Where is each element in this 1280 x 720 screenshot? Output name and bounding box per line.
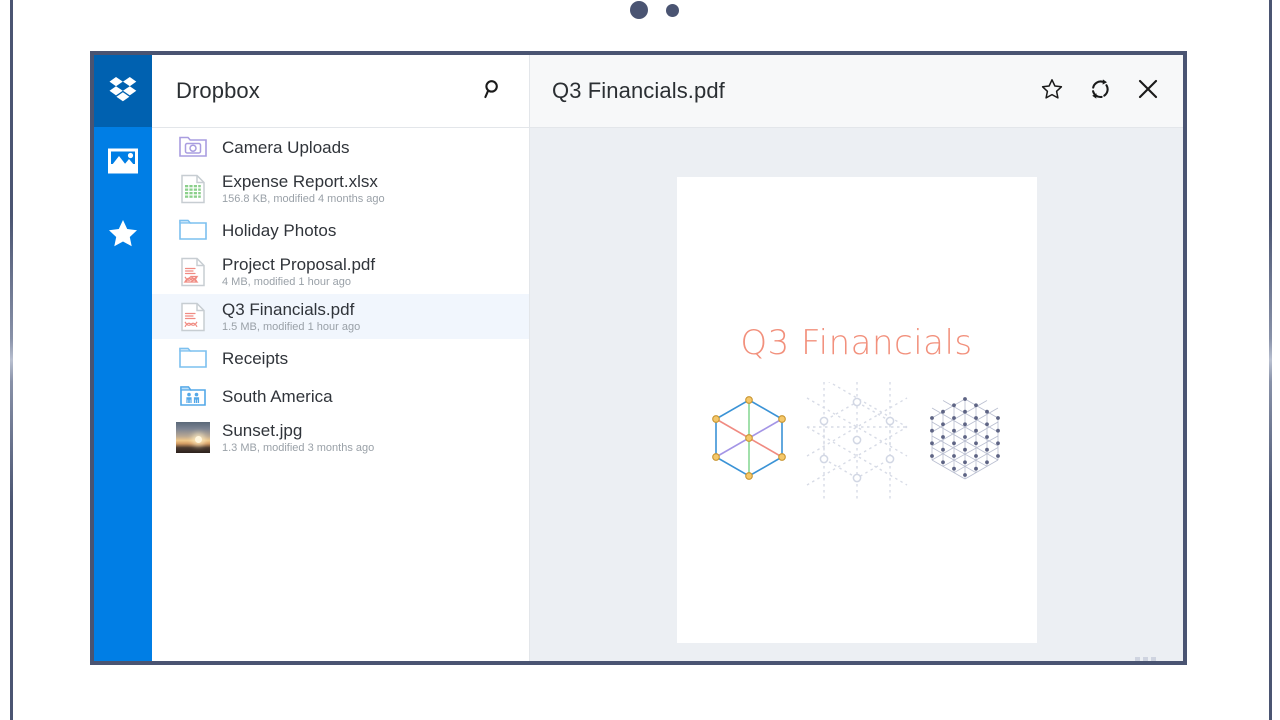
- file-meta: 1.5 MB, modified 1 hour ago: [222, 321, 361, 333]
- list-item[interactable]: Sunset.jpg 1.3 MB, modified 3 months ago: [152, 415, 529, 460]
- file-text: Q3 Financials.pdf 1.5 MB, modified 1 hou…: [222, 299, 360, 334]
- file-text: Camera Uploads: [222, 137, 350, 158]
- folder-icon: [176, 341, 210, 375]
- sync-icon: [1089, 78, 1111, 105]
- hexagon-graph-faded: [805, 368, 909, 505]
- file-text: Receipts: [222, 348, 288, 369]
- document-figures: [677, 368, 1037, 505]
- pagination-dot-2[interactable]: [666, 4, 679, 17]
- file-text: Holiday Photos: [222, 220, 336, 241]
- file-text: South America: [222, 386, 333, 407]
- file-list: Camera Uploads Expense Report.xlsx 156.8…: [152, 128, 529, 661]
- file-name: Camera Uploads: [222, 137, 350, 157]
- file-name: Receipts: [222, 348, 289, 368]
- file-list-header: Dropbox: [152, 55, 529, 128]
- shared-folder-icon: [176, 379, 210, 413]
- preview-header: Q3 Financials.pdf: [530, 55, 1183, 128]
- pdf-file-icon: [176, 300, 210, 334]
- star-outline-icon: [1041, 78, 1063, 105]
- preview-panel: Q3 Financials.pdf Q3 Financials: [530, 55, 1183, 661]
- file-meta: 4 MB, modified 1 hour ago: [222, 276, 352, 288]
- grip-dot: [1135, 657, 1140, 661]
- grip-dot: [1151, 657, 1156, 661]
- pagination-dots: [626, 0, 686, 26]
- file-text: Sunset.jpg 1.3 MB, modified 3 months ago: [222, 420, 374, 455]
- hexagon-lattice: [923, 394, 1007, 493]
- favorite-button[interactable]: [1039, 78, 1065, 104]
- list-item[interactable]: Project Proposal.pdf 4 MB, modified 1 ho…: [152, 249, 529, 294]
- app-window: Dropbox Camera Uploads Expense Report.xl…: [90, 51, 1187, 665]
- pagination-dot-1[interactable]: [630, 1, 648, 19]
- sync-button[interactable]: [1087, 78, 1113, 104]
- frame-rail-left: [10, 0, 13, 720]
- page-title: Dropbox: [176, 78, 260, 103]
- file-text: Project Proposal.pdf 4 MB, modified 1 ho…: [222, 254, 375, 289]
- screen: Dropbox Camera Uploads Expense Report.xl…: [0, 0, 1280, 720]
- dropbox-logo-icon: [109, 76, 137, 107]
- sidebar-item-favorites[interactable]: [94, 199, 152, 271]
- grip-dot: [1143, 657, 1148, 661]
- icon-sidebar: [94, 55, 152, 661]
- image-thumbnail: [176, 421, 210, 455]
- photos-icon: [108, 148, 138, 179]
- list-item[interactable]: Camera Uploads: [152, 128, 529, 166]
- sunset-thumbnail: [176, 422, 210, 453]
- file-name: Project Proposal.pdf: [222, 255, 376, 274]
- list-item[interactable]: Holiday Photos: [152, 211, 529, 249]
- list-item[interactable]: Receipts: [152, 339, 529, 377]
- file-name: Sunset.jpg: [222, 421, 303, 440]
- list-item[interactable]: Expense Report.xlsx 156.8 KB, modified 4…: [152, 166, 529, 211]
- close-icon: [1137, 78, 1159, 105]
- frame-rail-right: [1269, 0, 1272, 720]
- document-page: Q3 Financials: [676, 177, 1037, 643]
- file-meta: 1.3 MB, modified 3 months ago: [222, 442, 375, 454]
- document-heading: Q3 Financials: [740, 323, 973, 363]
- search-icon: [483, 79, 503, 104]
- file-name: Holiday Photos: [222, 220, 337, 240]
- preview-file-title: Q3 Financials.pdf: [552, 78, 725, 103]
- star-icon: [108, 219, 138, 252]
- list-item-selected[interactable]: Q3 Financials.pdf 1.5 MB, modified 1 hou…: [152, 294, 529, 339]
- file-name: Expense Report.xlsx: [222, 172, 378, 191]
- close-button[interactable]: [1135, 78, 1161, 104]
- preview-actions: [1039, 78, 1161, 104]
- hexagon-graph-colored: [707, 394, 791, 493]
- file-list-panel: Dropbox Camera Uploads Expense Report.xl…: [152, 55, 530, 661]
- list-item[interactable]: South America: [152, 377, 529, 415]
- preview-body: Q3 Financials: [530, 128, 1183, 661]
- sidebar-item-photos[interactable]: [94, 127, 152, 199]
- spreadsheet-file-icon: [176, 172, 210, 206]
- resize-grip[interactable]: [1135, 657, 1156, 661]
- sidebar-item-dropbox[interactable]: [94, 55, 152, 127]
- pdf-file-icon: [176, 255, 210, 289]
- file-meta: 156.8 KB, modified 4 months ago: [222, 193, 385, 205]
- file-name: South America: [222, 386, 333, 406]
- folder-icon: [176, 213, 210, 247]
- search-button[interactable]: [479, 77, 507, 105]
- file-name: Q3 Financials.pdf: [222, 300, 355, 319]
- camera-folder-icon: [176, 130, 210, 164]
- file-text: Expense Report.xlsx 156.8 KB, modified 4…: [222, 171, 385, 206]
